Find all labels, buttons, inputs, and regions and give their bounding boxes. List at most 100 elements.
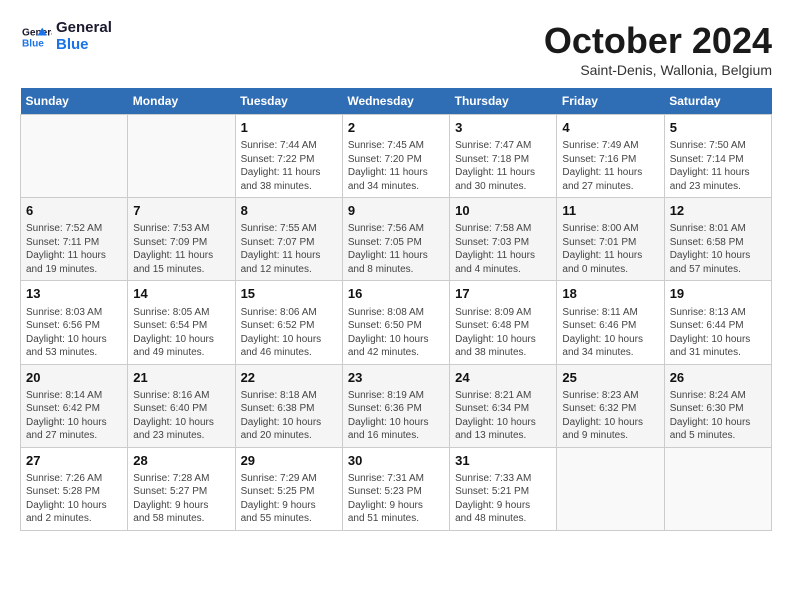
day-info: Sunrise: 8:08 AMSunset: 6:50 PMDaylight:…	[348, 306, 444, 360]
calendar-cell: 17 Sunrise: 8:09 AMSunset: 6:48 PMDayligh…	[450, 281, 557, 364]
calendar-cell: 28Sunrise: 7:28 AMSunset: 5:27 PMDayligh…	[128, 447, 235, 530]
calendar-week-1: 1Sunrise: 7:44 AMSunset: 7:22 PMDaylight…	[21, 115, 772, 198]
logo-icon: General Blue	[20, 23, 52, 51]
calendar-cell: 13 Sunrise: 8:03 AMSunset: 6:56 PMDayligh…	[21, 281, 128, 364]
calendar-cell: 14Sunrise: 8:05 AMSunset: 6:54 PMDayligh…	[128, 281, 235, 364]
calendar-cell	[21, 115, 128, 198]
svg-text:Blue: Blue	[22, 38, 44, 49]
calendar-cell: 11 Sunrise: 8:00 AMSunset: 7:01 PMDayligh…	[557, 198, 664, 281]
calendar-cell	[557, 447, 664, 530]
day-number: 18	[562, 285, 658, 303]
day-number: 23	[348, 369, 444, 387]
day-number: 5	[670, 119, 766, 137]
day-info: Sunrise: 7:49 AMSunset: 7:16 PMDaylight:…	[562, 139, 658, 193]
calendar-cell: 19Sunrise: 8:13 AMSunset: 6:44 PMDayligh…	[664, 281, 771, 364]
day-info: Sunrise: 8:21 AMSunset: 6:34 PMDaylight:…	[455, 389, 551, 443]
day-number: 26	[670, 369, 766, 387]
calendar-cell: 9 Sunrise: 7:56 AMSunset: 7:05 PMDaylight…	[342, 198, 449, 281]
day-header-thursday: Thursday	[450, 88, 557, 115]
calendar-week-3: 13 Sunrise: 8:03 AMSunset: 6:56 PMDayligh…	[21, 281, 772, 364]
calendar-cell: 15 Sunrise: 8:06 AMSunset: 6:52 PMDayligh…	[235, 281, 342, 364]
day-number: 29	[241, 452, 337, 470]
day-info: Sunrise: 8:11 AMSunset: 6:46 PMDaylight:…	[562, 306, 658, 360]
logo: General Blue General Blue	[20, 20, 112, 53]
day-number: 11	[562, 202, 658, 220]
calendar-cell: 8 Sunrise: 7:55 AMSunset: 7:07 PMDaylight…	[235, 198, 342, 281]
calendar-cell: 20 Sunrise: 8:14 AMSunset: 6:42 PMDayligh…	[21, 364, 128, 447]
day-number: 10	[455, 202, 551, 220]
calendar-cell: 18 Sunrise: 8:11 AMSunset: 6:46 PMDayligh…	[557, 281, 664, 364]
calendar-table: SundayMondayTuesdayWednesdayThursdayFrid…	[20, 88, 772, 531]
day-info: Sunrise: 8:14 AMSunset: 6:42 PMDaylight:…	[26, 389, 122, 443]
calendar-cell: 21Sunrise: 8:16 AMSunset: 6:40 PMDayligh…	[128, 364, 235, 447]
day-info: Sunrise: 7:33 AMSunset: 5:21 PMDaylight:…	[455, 472, 551, 526]
day-number: 8	[241, 202, 337, 220]
calendar-cell: 4 Sunrise: 7:49 AMSunset: 7:16 PMDaylight…	[557, 115, 664, 198]
day-info: Sunrise: 8:19 AMSunset: 6:36 PMDaylight:…	[348, 389, 444, 443]
day-header-wednesday: Wednesday	[342, 88, 449, 115]
calendar-cell: 27 Sunrise: 7:26 AMSunset: 5:28 PMDayligh…	[21, 447, 128, 530]
day-info: Sunrise: 7:55 AMSunset: 7:07 PMDaylight:…	[241, 222, 337, 276]
day-number: 16	[348, 285, 444, 303]
day-header-sunday: Sunday	[21, 88, 128, 115]
day-info: Sunrise: 7:53 AMSunset: 7:09 PMDaylight:…	[133, 222, 229, 276]
day-number: 2	[348, 119, 444, 137]
calendar-cell: 1Sunrise: 7:44 AMSunset: 7:22 PMDaylight…	[235, 115, 342, 198]
day-info: Sunrise: 7:47 AMSunset: 7:18 PMDaylight:…	[455, 139, 551, 193]
calendar-cell: 31 Sunrise: 7:33 AMSunset: 5:21 PMDayligh…	[450, 447, 557, 530]
calendar-week-2: 6Sunrise: 7:52 AMSunset: 7:11 PMDaylight…	[21, 198, 772, 281]
day-info: Sunrise: 7:44 AMSunset: 7:22 PMDaylight:…	[241, 139, 337, 193]
day-info: Sunrise: 7:28 AMSunset: 5:27 PMDaylight:…	[133, 472, 229, 526]
day-header-saturday: Saturday	[664, 88, 771, 115]
calendar-cell: 29Sunrise: 7:29 AMSunset: 5:25 PMDayligh…	[235, 447, 342, 530]
day-info: Sunrise: 8:00 AMSunset: 7:01 PMDaylight:…	[562, 222, 658, 276]
calendar-cell	[128, 115, 235, 198]
calendar-cell: 24 Sunrise: 8:21 AMSunset: 6:34 PMDayligh…	[450, 364, 557, 447]
calendar-cell: 22Sunrise: 8:18 AMSunset: 6:38 PMDayligh…	[235, 364, 342, 447]
logo-line2: Blue	[56, 37, 112, 54]
day-number: 20	[26, 369, 122, 387]
day-info: Sunrise: 7:31 AMSunset: 5:23 PMDaylight:…	[348, 472, 444, 526]
day-number: 3	[455, 119, 551, 137]
day-number: 12	[670, 202, 766, 220]
day-info: Sunrise: 8:05 AMSunset: 6:54 PMDaylight:…	[133, 306, 229, 360]
day-number: 9	[348, 202, 444, 220]
day-number: 17	[455, 285, 551, 303]
day-info: Sunrise: 8:23 AMSunset: 6:32 PMDaylight:…	[562, 389, 658, 443]
day-number: 25	[562, 369, 658, 387]
day-info: Sunrise: 7:45 AMSunset: 7:20 PMDaylight:…	[348, 139, 444, 193]
day-number: 31	[455, 452, 551, 470]
day-info: Sunrise: 7:50 AMSunset: 7:14 PMDaylight:…	[670, 139, 766, 193]
day-number: 15	[241, 285, 337, 303]
calendar-cell: 6Sunrise: 7:52 AMSunset: 7:11 PMDaylight…	[21, 198, 128, 281]
calendar-cell: 2 Sunrise: 7:45 AMSunset: 7:20 PMDaylight…	[342, 115, 449, 198]
day-number: 13	[26, 285, 122, 303]
day-number: 19	[670, 285, 766, 303]
logo-line1: General	[56, 20, 112, 37]
calendar-cell: 7 Sunrise: 7:53 AMSunset: 7:09 PMDaylight…	[128, 198, 235, 281]
month-title: October 2024	[544, 20, 772, 62]
day-info: Sunrise: 8:03 AMSunset: 6:56 PMDaylight:…	[26, 306, 122, 360]
day-header-tuesday: Tuesday	[235, 88, 342, 115]
title-section: October 2024 Saint-Denis, Wallonia, Belg…	[544, 20, 772, 78]
day-number: 27	[26, 452, 122, 470]
day-number: 24	[455, 369, 551, 387]
day-info: Sunrise: 8:09 AMSunset: 6:48 PMDaylight:…	[455, 306, 551, 360]
day-header-friday: Friday	[557, 88, 664, 115]
day-number: 21	[133, 369, 229, 387]
svg-text:General: General	[22, 27, 52, 38]
day-number: 4	[562, 119, 658, 137]
day-number: 22	[241, 369, 337, 387]
day-info: Sunrise: 8:06 AMSunset: 6:52 PMDaylight:…	[241, 306, 337, 360]
day-info: Sunrise: 8:01 AMSunset: 6:58 PMDaylight:…	[670, 222, 766, 276]
day-info: Sunrise: 7:56 AMSunset: 7:05 PMDaylight:…	[348, 222, 444, 276]
calendar-cell: 3 Sunrise: 7:47 AMSunset: 7:18 PMDaylight…	[450, 115, 557, 198]
calendar-week-5: 27 Sunrise: 7:26 AMSunset: 5:28 PMDayligh…	[21, 447, 772, 530]
day-info: Sunrise: 7:26 AMSunset: 5:28 PMDaylight:…	[26, 472, 122, 526]
day-header-monday: Monday	[128, 88, 235, 115]
day-info: Sunrise: 7:52 AMSunset: 7:11 PMDaylight:…	[26, 222, 122, 276]
calendar-cell: 5 Sunrise: 7:50 AMSunset: 7:14 PMDaylight…	[664, 115, 771, 198]
calendar-cell: 25 Sunrise: 8:23 AMSunset: 6:32 PMDayligh…	[557, 364, 664, 447]
day-number: 7	[133, 202, 229, 220]
calendar-cell: 23 Sunrise: 8:19 AMSunset: 6:36 PMDayligh…	[342, 364, 449, 447]
